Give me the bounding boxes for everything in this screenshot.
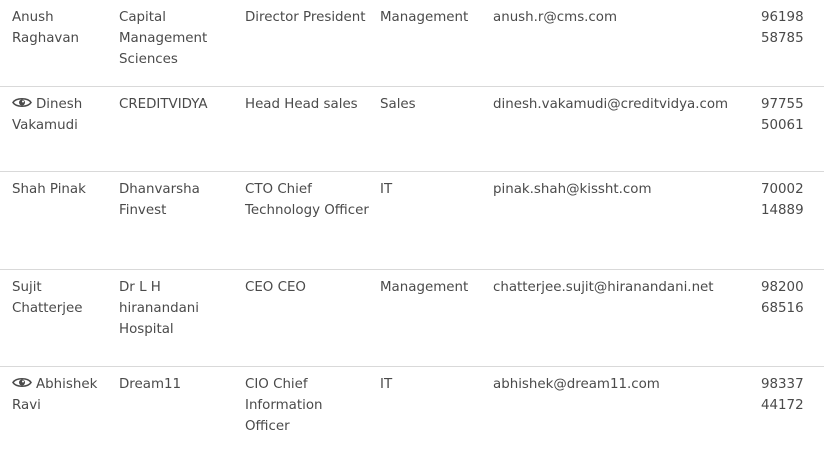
email-cell[interactable]: anush.r@cms.com: [493, 7, 755, 28]
contact-name[interactable]: Abhishek Ravi: [12, 374, 108, 416]
contact-name-first: Shah Pinak: [12, 182, 86, 197]
contact-name[interactable]: Anush Raghavan: [12, 7, 108, 49]
eye-icon[interactable]: [12, 96, 32, 109]
contacts-table: Anush Raghavan Capital Management Scienc…: [0, 0, 824, 454]
phone-part-1: 98200: [761, 280, 804, 295]
department-cell: Management: [380, 280, 469, 295]
contact-name-last: Vakamudi: [12, 118, 78, 133]
phone-part-2: 68516: [761, 301, 804, 316]
email-cell[interactable]: pinak.shah@kissht.com: [493, 179, 755, 200]
company-cell: Capital Management Sciences: [119, 10, 208, 67]
table-row[interactable]: Abhishek Ravi Dream11 CIO Chief Informat…: [0, 367, 824, 454]
table-row[interactable]: Shah Pinak Dhanvarsha Finvest CTO Chief …: [0, 172, 824, 270]
contact-name-first: Sujit: [12, 280, 42, 295]
phone-part-1: 97755: [761, 97, 804, 112]
phone-cell[interactable]: 70002 14889: [761, 179, 821, 221]
job-title-cell: CEO CEO: [245, 280, 306, 295]
email-cell[interactable]: chatterjee.sujit@hiranandani.net: [493, 277, 755, 298]
table-row[interactable]: Sujit Chatterjee Dr L H hiranandani Hosp…: [0, 270, 824, 367]
company-cell: Dream11: [119, 377, 182, 392]
phone-part-1: 96198: [761, 10, 804, 25]
contact-name[interactable]: Sujit Chatterjee: [12, 277, 108, 319]
email-cell[interactable]: abhishek@dream11.com: [493, 374, 755, 395]
phone-part-2: 44172: [761, 398, 804, 413]
phone-part-2: 50061: [761, 118, 804, 133]
phone-part-2: 58785: [761, 31, 804, 46]
contact-name-first: Dinesh: [36, 97, 83, 112]
job-title-cell: CIO Chief Information Officer: [245, 377, 323, 434]
phone-cell[interactable]: 96198 58785: [761, 7, 821, 49]
job-title-cell: Head Head sales: [245, 97, 358, 112]
phone-cell[interactable]: 98337 44172: [761, 374, 821, 416]
eye-icon[interactable]: [12, 376, 32, 389]
contact-name[interactable]: Shah Pinak: [12, 179, 108, 200]
company-cell: CREDITVIDYA: [119, 97, 208, 112]
contact-name-first: Abhishek: [36, 377, 98, 392]
department-cell: IT: [380, 377, 393, 392]
phone-part-1: 70002: [761, 182, 804, 197]
company-cell: Dr L H hiranandani Hospital: [119, 280, 200, 337]
job-title-cell: Director President: [245, 10, 366, 25]
job-title-cell: CTO Chief Technology Officer: [245, 182, 369, 218]
department-cell: IT: [380, 182, 393, 197]
phone-part-2: 14889: [761, 203, 804, 218]
table-row[interactable]: Dinesh Vakamudi CREDITVIDYA Head Head sa…: [0, 87, 824, 172]
table-row[interactable]: Anush Raghavan Capital Management Scienc…: [0, 0, 824, 87]
contact-name-last: Raghavan: [12, 31, 80, 46]
department-cell: Sales: [380, 97, 416, 112]
phone-cell[interactable]: 98200 68516: [761, 277, 821, 319]
contact-name-last: Chatterjee: [12, 301, 83, 316]
contact-name[interactable]: Dinesh Vakamudi: [12, 94, 108, 136]
department-cell: Management: [380, 10, 469, 25]
company-cell: Dhanvarsha Finvest: [119, 182, 200, 218]
contact-name-last: Ravi: [12, 398, 41, 413]
phone-part-1: 98337: [761, 377, 804, 392]
phone-cell[interactable]: 97755 50061: [761, 94, 821, 136]
contact-name-first: Anush: [12, 10, 54, 25]
email-cell[interactable]: dinesh.vakamudi@creditvidya.com: [493, 94, 755, 115]
